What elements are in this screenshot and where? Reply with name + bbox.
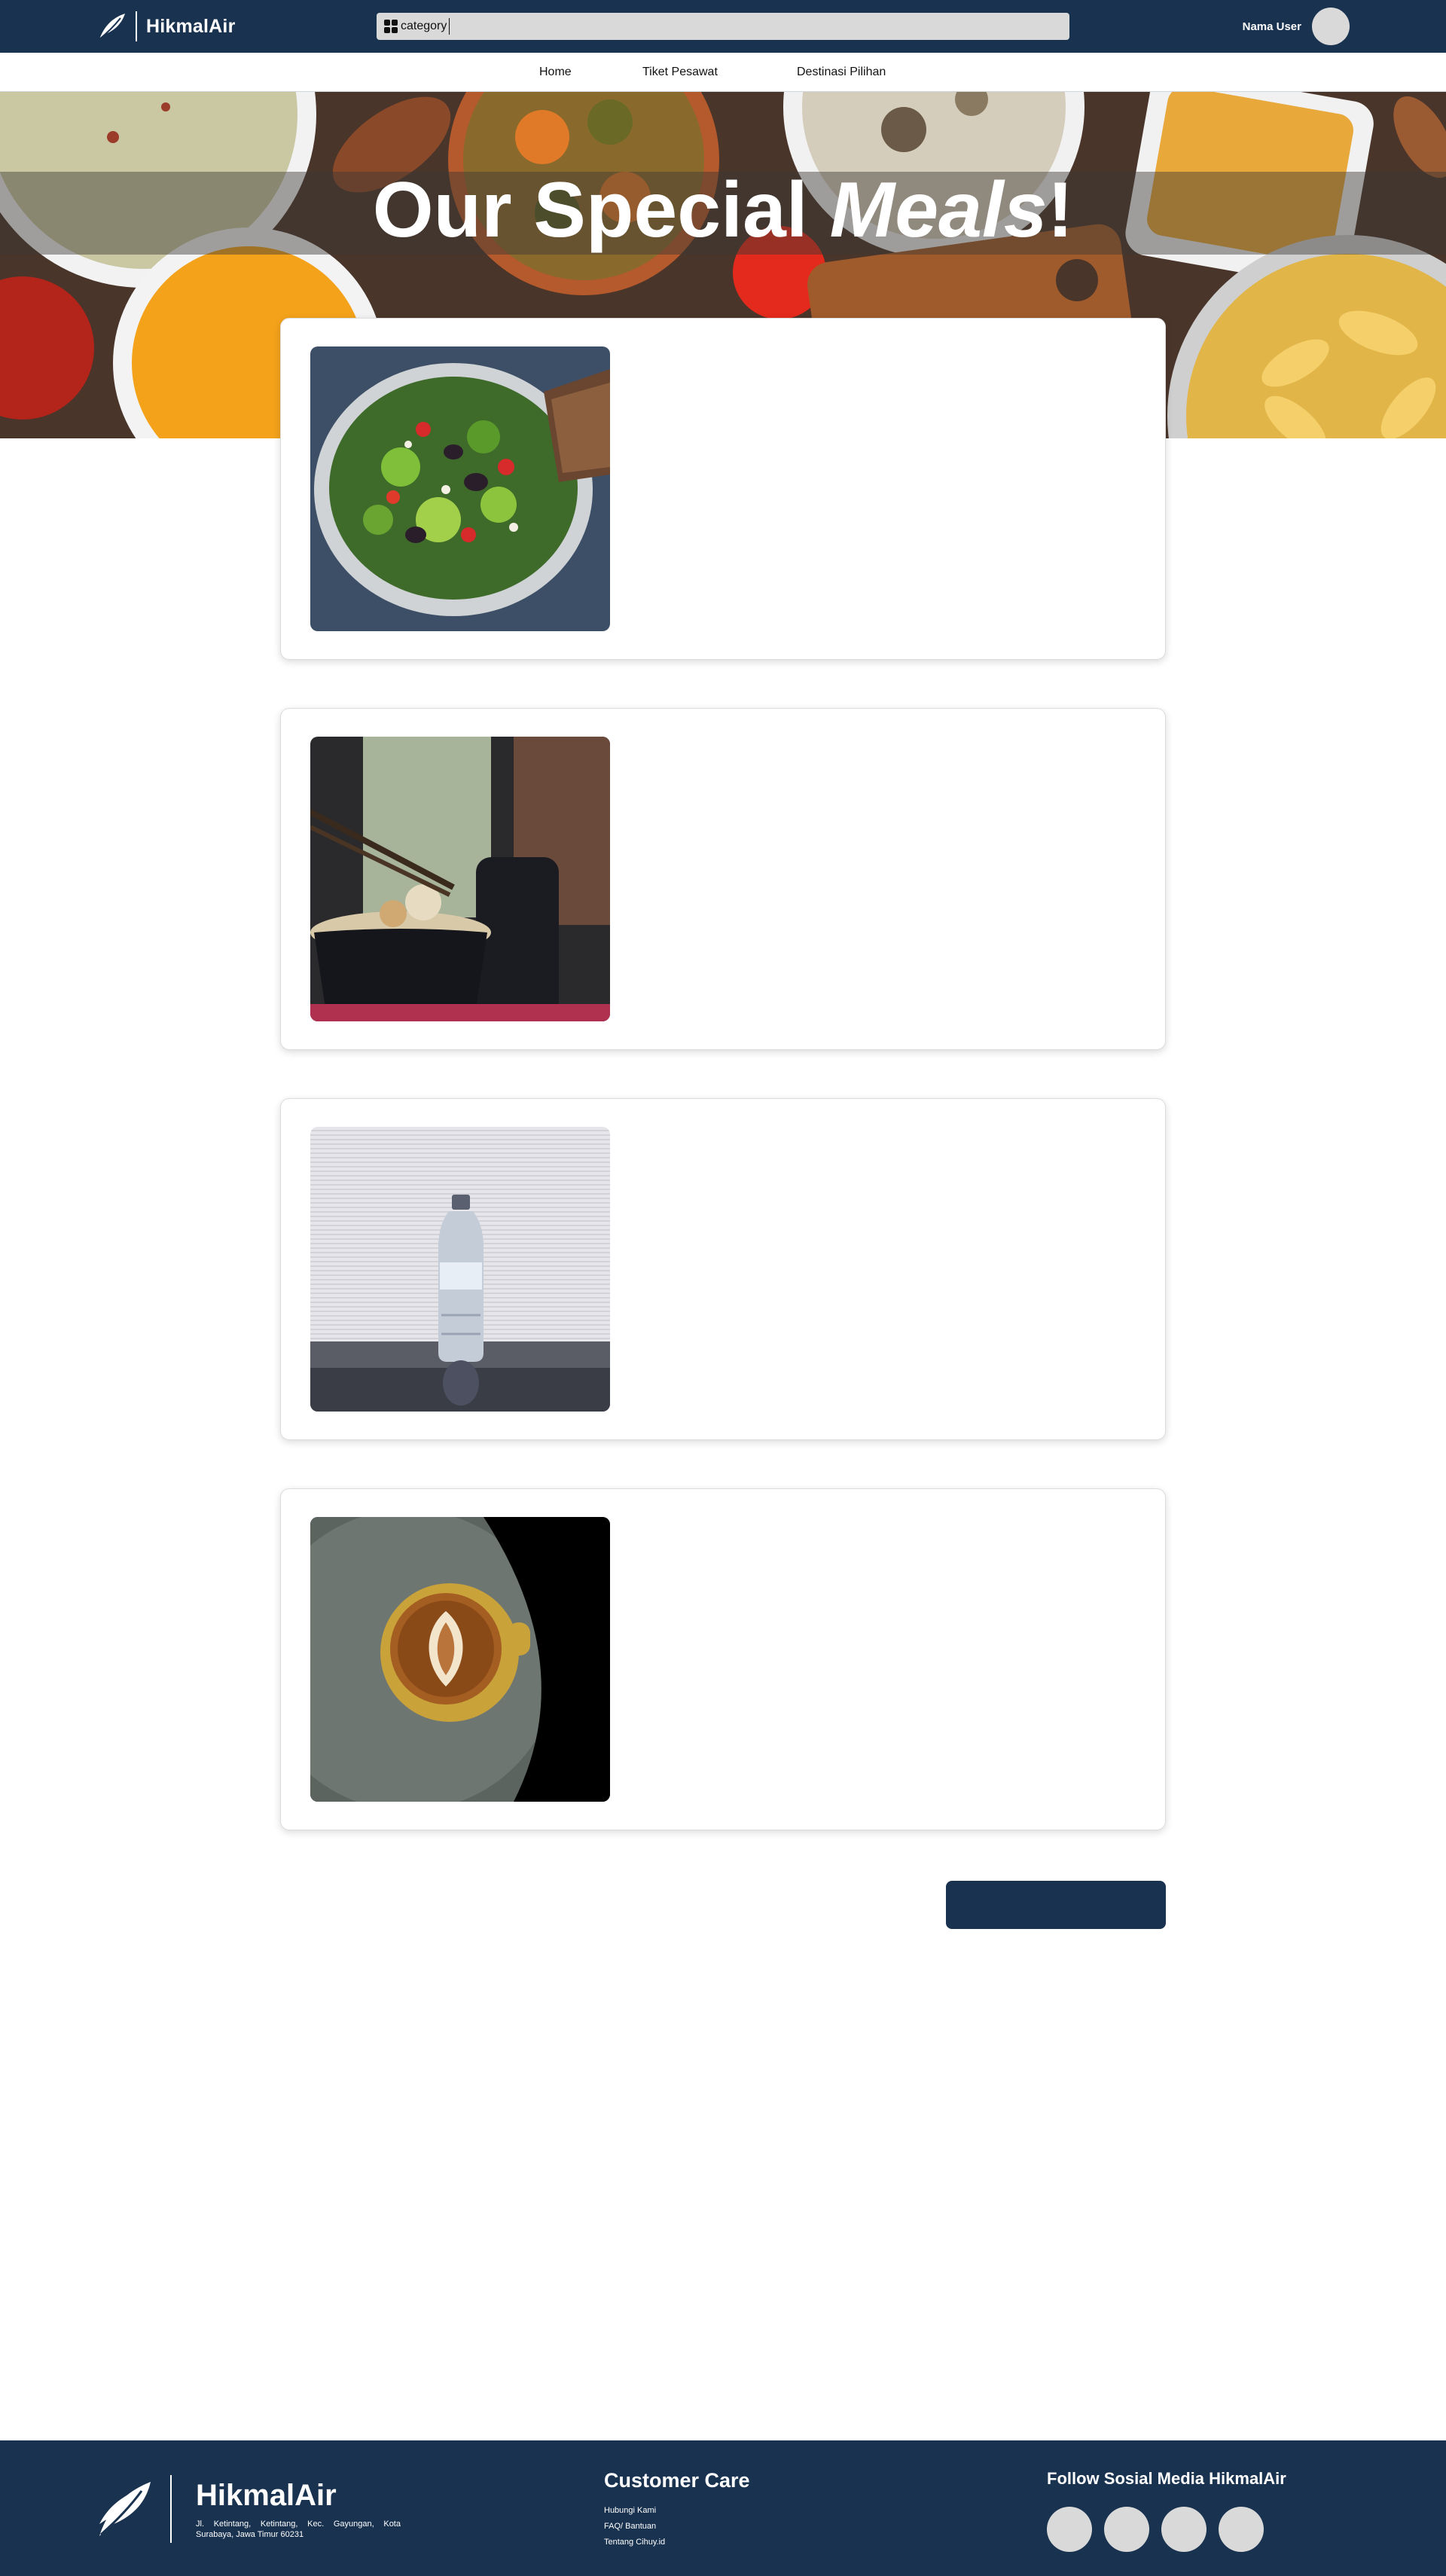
meal-card[interactable] [280, 1098, 1166, 1440]
social-icon-2[interactable] [1104, 2507, 1149, 2552]
nav-item-home[interactable]: Home [539, 66, 572, 79]
social-icon-3[interactable] [1161, 2507, 1207, 2552]
footer-brand-name: HikmalAir [196, 2478, 337, 2512]
search-bar[interactable]: category [377, 13, 1069, 40]
page-title: Our Special Meals! [372, 166, 1074, 254]
feather-logo-icon [99, 2482, 151, 2536]
main-nav: Home Tiket Pesawat Destinasi Pilihan [0, 53, 1446, 92]
top-bar: HikmalAir category Nama User [0, 0, 1446, 53]
water-bottle-photo[interactable] [310, 1127, 610, 1412]
social-icon-4[interactable] [1219, 2507, 1264, 2552]
brand-name: HikmalAir [146, 15, 236, 37]
footer: HikmalAir Jl. Ketintang, Ketintang, Kec.… [0, 2440, 1446, 2576]
meal-card[interactable] [280, 318, 1166, 660]
search-input[interactable] [449, 18, 450, 35]
customer-care-section: Customer Care Hubungi Kami FAQ/ Bantuan … [604, 2469, 750, 2550]
user-name[interactable]: Nama User [1243, 20, 1301, 33]
nav-item-destinasi-pilihan[interactable]: Destinasi Pilihan [797, 66, 886, 79]
category-label[interactable]: category [401, 20, 447, 33]
brand-divider [136, 11, 137, 41]
submit-button[interactable] [946, 1881, 1166, 1929]
brand-logo[interactable]: HikmalAir [96, 11, 236, 42]
social-icon-1[interactable] [1047, 2507, 1092, 2552]
footer-brand: HikmalAir Jl. Ketintang, Ketintang, Kec.… [96, 2475, 401, 2543]
coffee-latte-photo[interactable] [310, 1517, 610, 1802]
customer-care-title: Customer Care [604, 2469, 750, 2492]
link-tentang[interactable]: Tentang Cihuy.id [604, 2535, 750, 2550]
category-grid-icon[interactable] [384, 20, 398, 33]
salad-photo[interactable] [310, 346, 610, 631]
social-media-title: Follow Sosial Media HikmalAir [1047, 2469, 1286, 2488]
footer-address: Jl. Ketintang, Ketintang, Kec. Gayungan,… [196, 2519, 401, 2539]
meal-card[interactable] [280, 1488, 1166, 1830]
link-hubungi-kami[interactable]: Hubungi Kami [604, 2503, 750, 2519]
link-faq-bantuan[interactable]: FAQ/ Bantuan [604, 2519, 750, 2535]
user-menu[interactable]: Nama User [1243, 8, 1350, 45]
feather-logo-icon [99, 14, 125, 40]
avatar[interactable] [1312, 8, 1350, 45]
rice-bowl-photo[interactable] [310, 737, 610, 1021]
nav-item-tiket-pesawat[interactable]: Tiket Pesawat [642, 66, 718, 79]
footer-divider [170, 2475, 172, 2543]
social-media-section: Follow Sosial Media HikmalAir [1047, 2469, 1286, 2552]
meal-card[interactable] [280, 708, 1166, 1050]
